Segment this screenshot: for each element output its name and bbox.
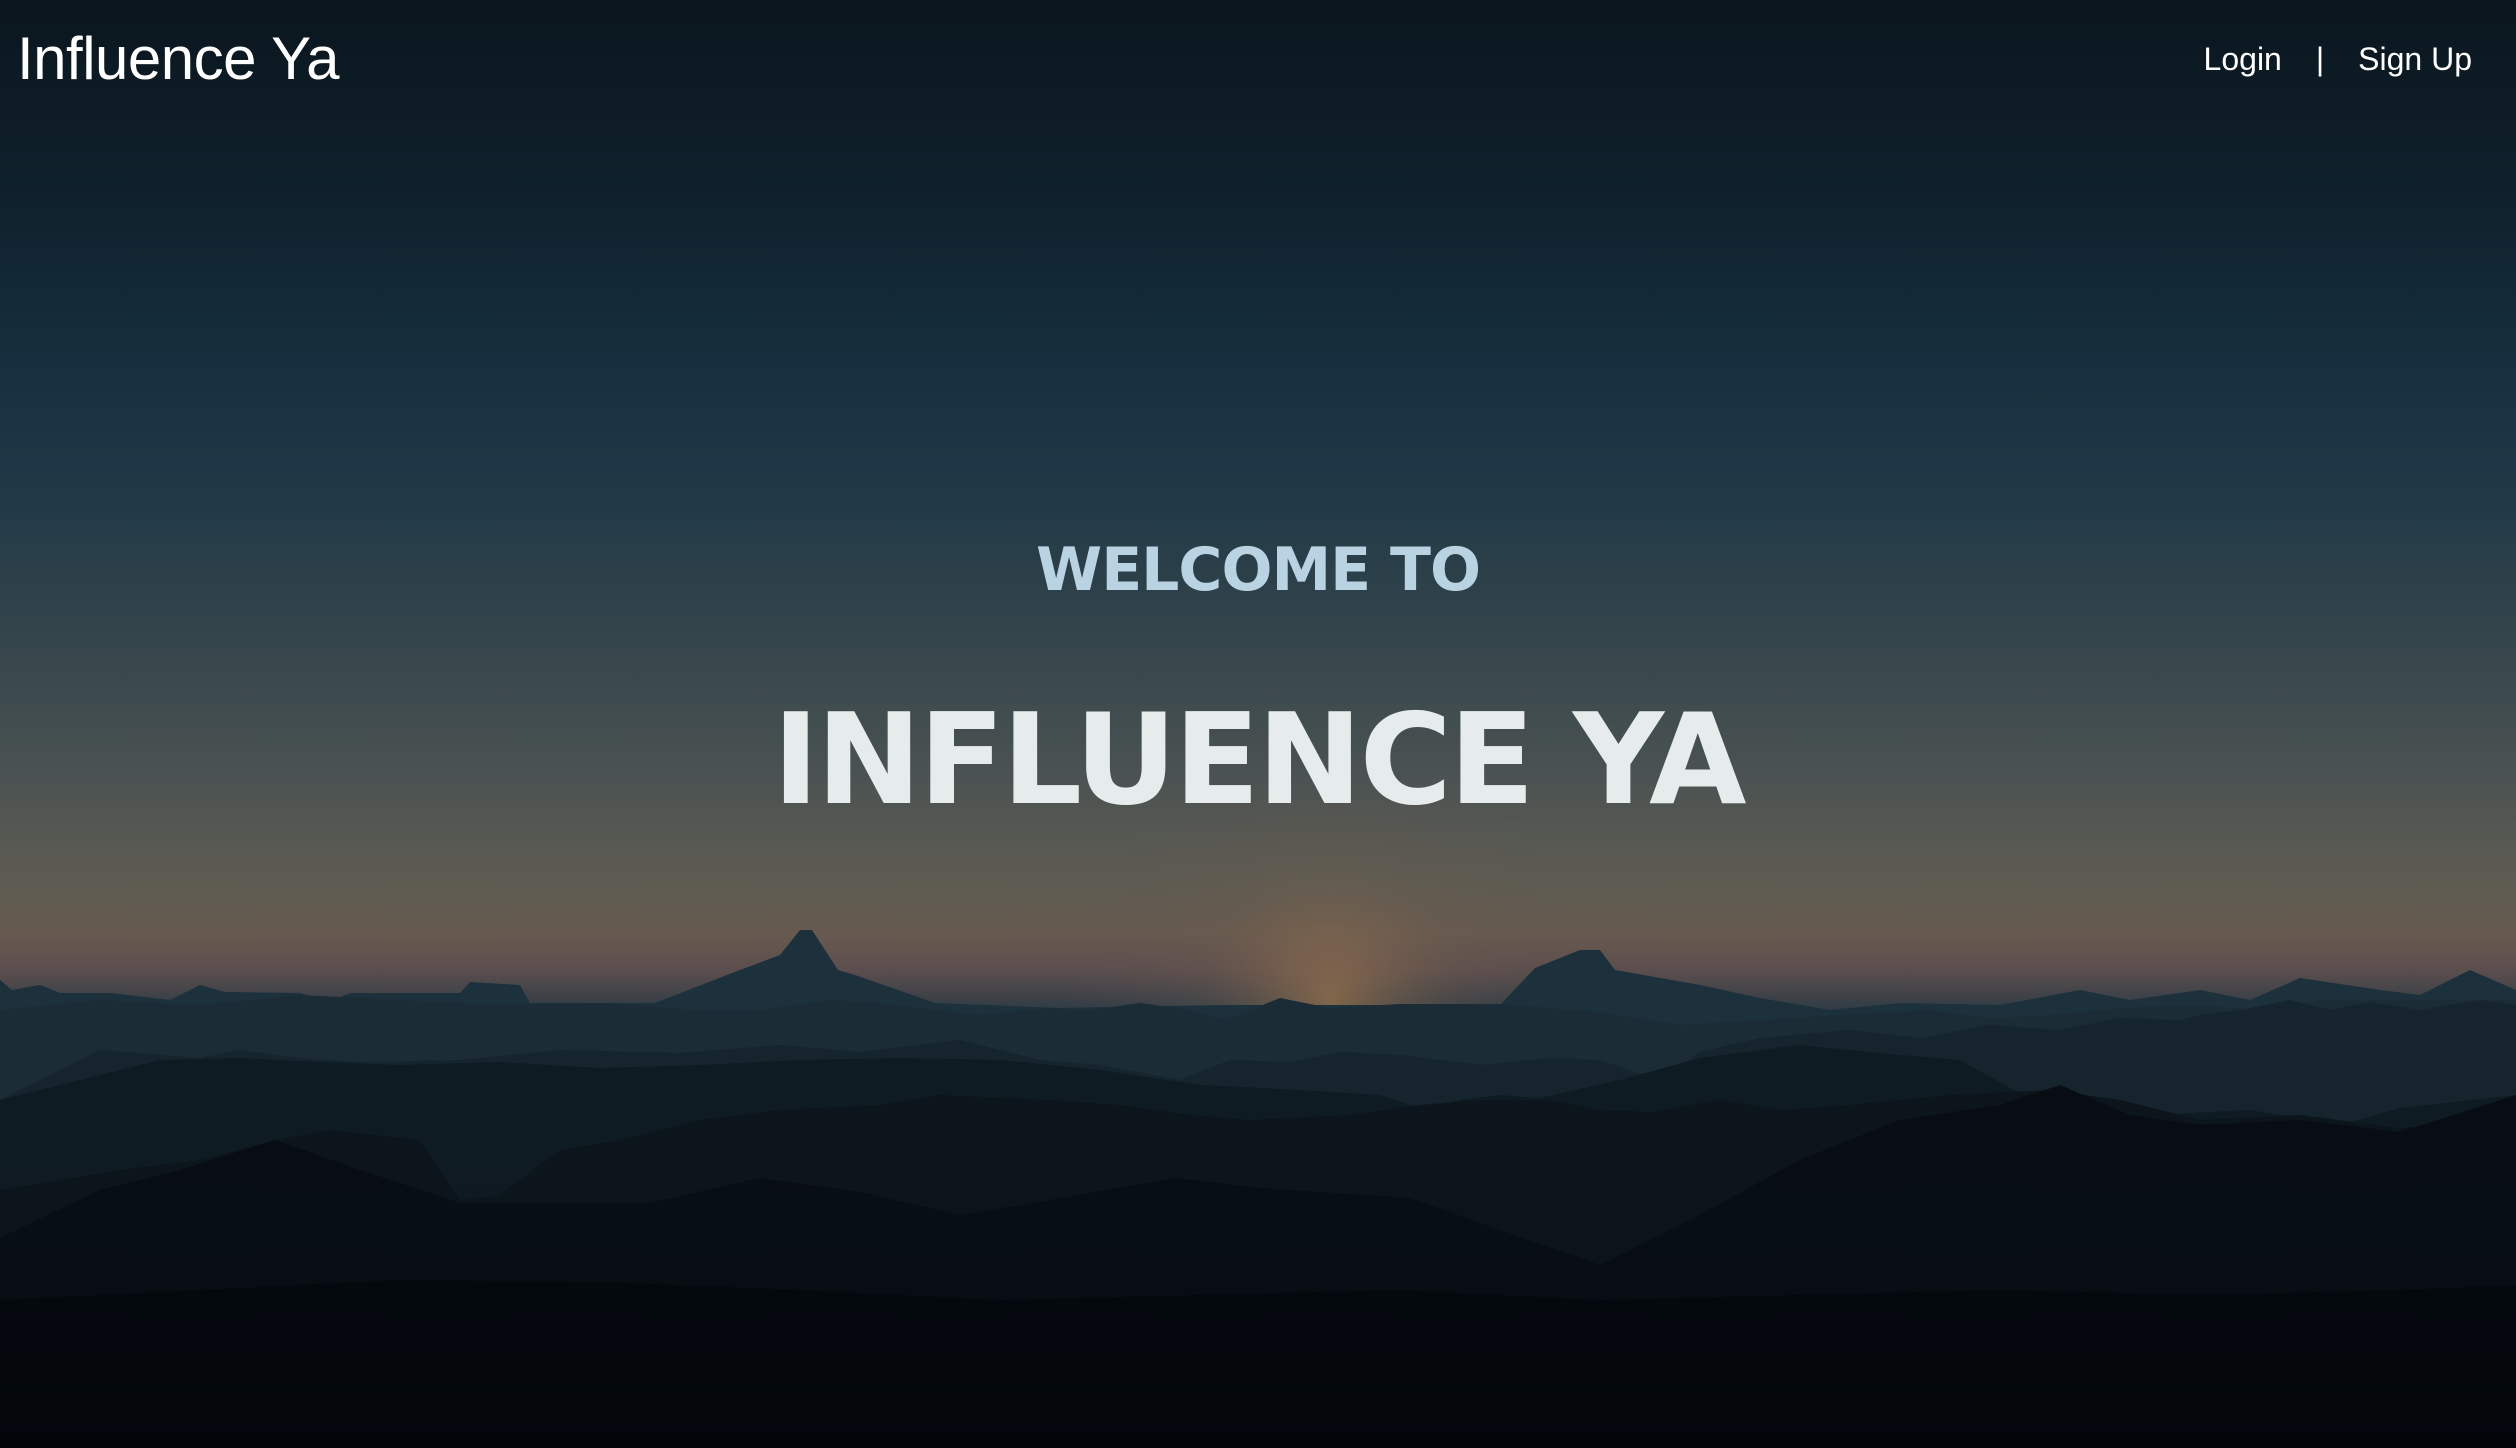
signup-link[interactable]: Sign Up xyxy=(2358,36,2472,82)
brand-logo-text[interactable]: Influence Ya xyxy=(17,20,340,98)
landing-page: Influence Ya Login | Sign Up WELCOME TO … xyxy=(0,0,2516,1448)
auth-nav: Login | Sign Up xyxy=(2204,36,2472,82)
login-link[interactable]: Login xyxy=(2204,36,2282,82)
hero-kicker: WELCOME TO xyxy=(1036,535,1481,605)
nav-separator: | xyxy=(2315,41,2325,77)
hero-title: INFLUENCE YA xyxy=(772,686,1746,833)
